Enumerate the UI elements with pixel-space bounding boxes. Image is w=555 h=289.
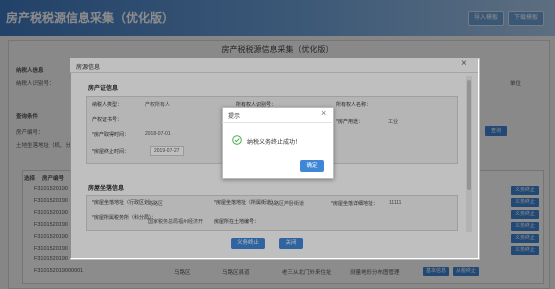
check-circle-icon xyxy=(232,135,242,145)
dialog-close-icon[interactable]: × xyxy=(321,108,326,118)
dialog-message: 纳税义务终止成功！ xyxy=(247,140,302,146)
ok-button[interactable]: 确定 xyxy=(300,160,324,172)
dialog-title: 提示 xyxy=(228,114,241,120)
